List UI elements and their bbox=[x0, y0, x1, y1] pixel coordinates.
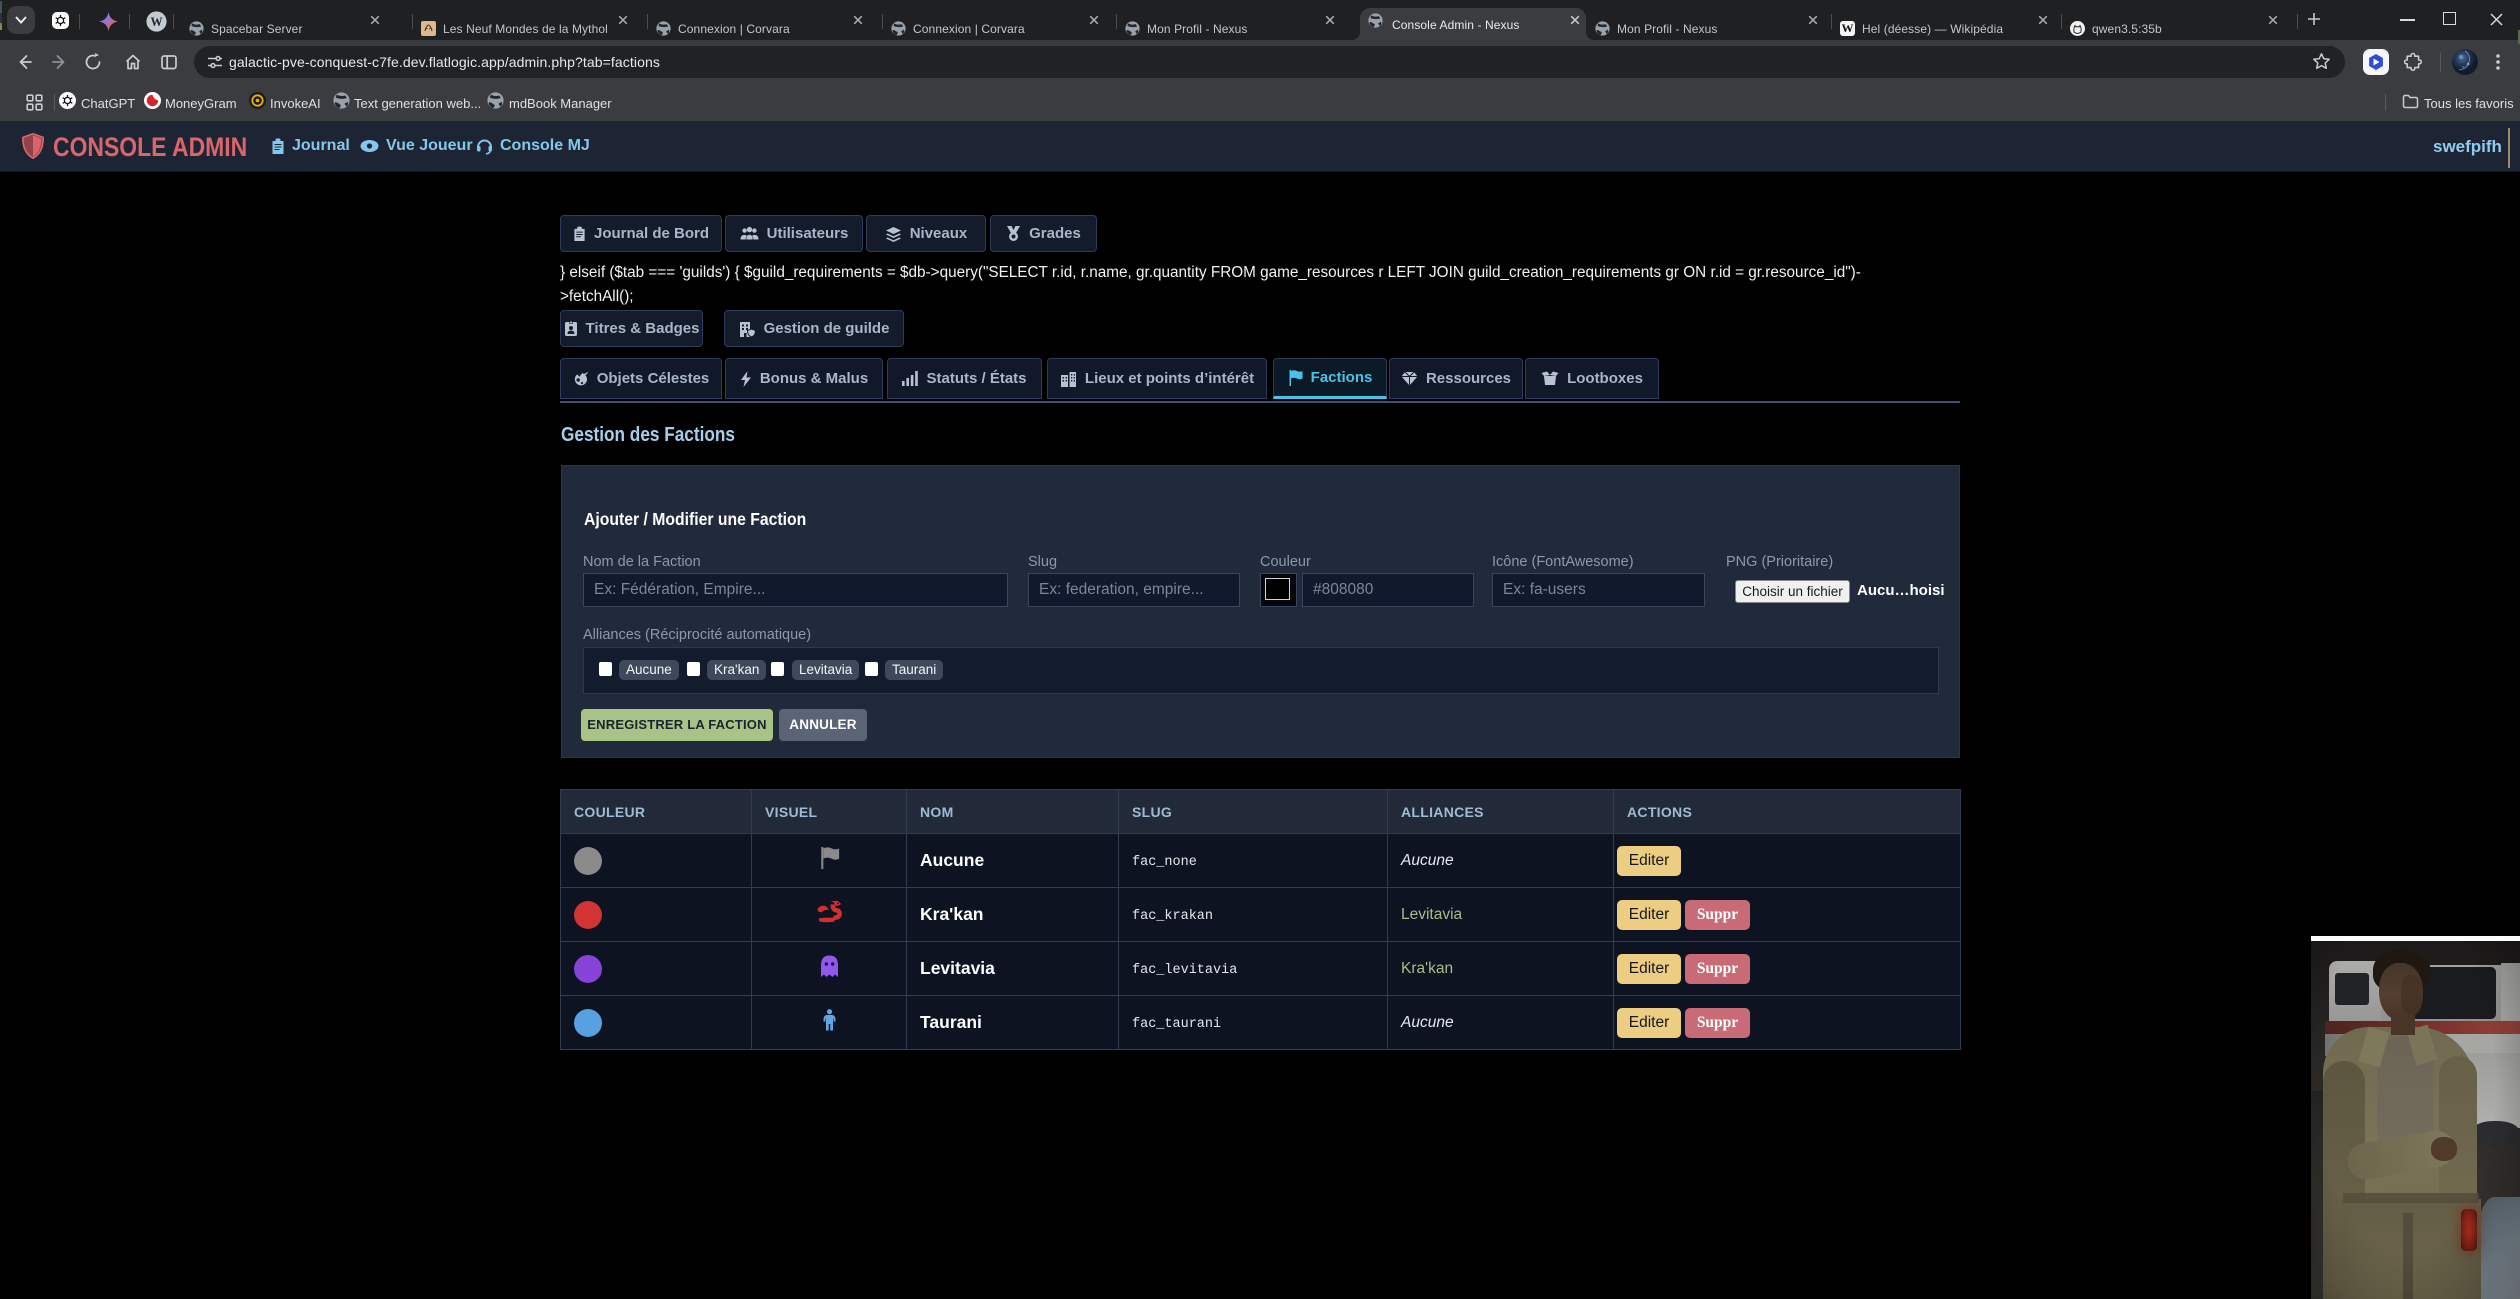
svg-text:W: W bbox=[150, 15, 162, 29]
